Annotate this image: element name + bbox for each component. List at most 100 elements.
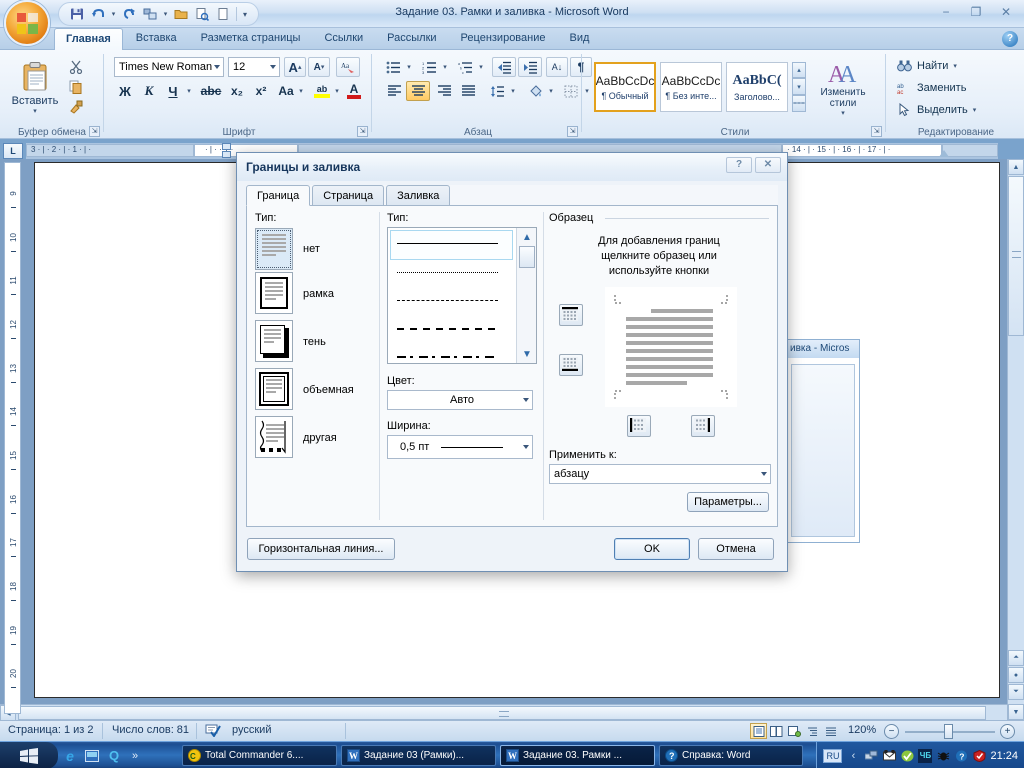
apply-to-combo[interactable]: абзацу [549,464,771,484]
top-border-button[interactable] [559,304,583,326]
change-case-button[interactable]: Aa [274,81,298,101]
highlight-dropdown-button[interactable]: ▾ [332,84,342,98]
dialog-window-controls[interactable]: ? ✕ [726,157,781,173]
outline-view-button[interactable] [804,723,821,739]
hanging-indent-marker[interactable] [222,151,231,158]
line-style-scrollbar[interactable]: ▲ ▼ [516,228,536,363]
restore-button[interactable]: ❐ [962,2,990,22]
more-icon[interactable]: » [128,748,142,764]
bullets-dropdown-button[interactable]: ▾ [404,60,414,74]
cut-button[interactable] [66,58,86,76]
quick-launch-bar[interactable]: e Q » [62,745,142,766]
font-color-button[interactable]: A [344,81,364,101]
status-page-number[interactable]: Страница: 1 из 2 [8,724,94,736]
show-hidden-icons-button[interactable]: ‹ [846,749,860,763]
dialog-tab-page[interactable]: Страница [312,185,385,206]
ribbon-help-button[interactable]: ? [1002,31,1018,47]
vertical-scrollbar[interactable]: ▲ ⏶ ● ⏷ ▼ [1007,159,1024,720]
numbering-dropdown-button[interactable]: ▾ [440,60,450,74]
taskbar-item-word-2-active[interactable]: W Задание 03. Рамки ... [500,745,655,766]
border-type-option-custom[interactable]: другая [255,416,377,464]
bug-icon[interactable] [936,749,950,763]
dialog-help-button[interactable]: ? [726,157,752,173]
align-right-button[interactable] [432,81,456,101]
styles-dialog-launcher[interactable]: ⇲ [871,126,882,137]
select-button[interactable]: Выделить ▾ [894,100,1014,120]
taskbar-item-total-commander[interactable]: C Total Commander 6.... [182,745,337,766]
line-style-items[interactable] [388,228,515,363]
zoom-in-button[interactable]: + [1000,724,1015,739]
multilevel-list-button[interactable]: a b c [454,57,476,77]
office-button[interactable] [4,0,50,46]
options-button[interactable]: Параметры... [687,492,769,512]
right-indent-marker[interactable] [939,150,949,157]
change-case-dropdown-button[interactable]: ▾ [296,84,306,98]
format-painter-button[interactable] [66,98,86,116]
border-type-option-box[interactable]: рамка [255,272,377,320]
language-indicator[interactable]: RU [823,748,843,763]
line-style-dotted[interactable] [391,259,512,287]
zoom-out-button[interactable]: − [884,724,899,739]
print-layout-view-button[interactable] [750,723,767,739]
border-color-combo[interactable]: Авто [387,390,533,410]
antivirus-icon[interactable] [900,749,914,763]
window-controls[interactable]: − ❐ ✕ [932,2,1020,22]
taskbar-item-word-1[interactable]: W Задание 03 (Рамки)... [341,745,496,766]
status-language[interactable]: русский [232,724,271,736]
tab-review[interactable]: Рецензирование [450,28,557,50]
taskbar[interactable]: e Q » C Total Commander 6.... W Задание … [0,741,1024,768]
horizontal-scroll-thumb[interactable] [18,706,986,720]
cancel-button[interactable]: Отмена [698,538,774,560]
select-browse-object-button[interactable]: ● [1008,667,1024,683]
numbering-button[interactable]: 1 2 3 [418,57,440,77]
italic-button[interactable]: К [138,81,160,101]
bottom-border-button[interactable] [559,354,583,376]
styles-scroll-up-button[interactable]: ▴ [792,62,806,78]
view-buttons[interactable] [750,723,839,739]
styles-more-button[interactable]: ⩶ [792,95,806,112]
status-word-count[interactable]: Число слов: 81 [112,724,189,736]
shading-dropdown-button[interactable]: ▾ [546,84,556,98]
increase-indent-button[interactable] [518,57,542,77]
horizontal-scrollbar[interactable]: ◀ [0,704,1007,721]
shrink-font-button[interactable]: A ▾ [308,57,330,77]
ribbon-tab-bar[interactable]: Главная Вставка Разметка страницы Ссылки… [0,28,1024,51]
styles-scroll-down-button[interactable]: ▾ [792,78,806,95]
show-desktop-icon[interactable] [84,748,100,764]
tab-insert[interactable]: Вставка [125,28,188,50]
multilevel-dropdown-button[interactable]: ▾ [476,60,486,74]
ok-button[interactable]: OK [614,538,690,560]
zoom-slider-thumb[interactable] [944,724,953,739]
underline-dropdown-button[interactable]: ▾ [184,84,194,98]
sort-button[interactable]: A↓ [546,57,568,77]
first-line-indent-marker[interactable] [222,143,231,150]
borders-button[interactable] [560,81,582,101]
taskbar-clock[interactable]: 21:24 [990,750,1018,762]
justify-button[interactable] [456,81,480,101]
listbox-scroll-thumb[interactable] [519,246,535,268]
clear-formatting-button[interactable]: Aa [336,57,360,77]
font-dialog-launcher[interactable]: ⇲ [357,126,368,137]
bold-button[interactable]: Ж [114,81,136,101]
vertical-scroll-thumb[interactable] [1008,176,1024,336]
style-item-no-spacing[interactable]: AaBbCcDc ¶ Без инте... [660,62,722,112]
bullets-button[interactable] [382,57,404,77]
start-button[interactable] [0,742,58,768]
search-icon[interactable]: Q [106,748,122,764]
proofing-status-icon[interactable] [205,723,221,740]
find-button[interactable]: Найти ▾ [894,56,1014,76]
border-type-option-shadow[interactable]: тень [255,320,377,368]
mail-icon[interactable] [882,749,896,763]
dialog-tab-row[interactable]: Граница Страница Заливка [246,185,452,206]
scroll-up-button[interactable]: ▲ [1008,159,1024,175]
replace-button[interactable]: ab ac Заменить [894,78,1014,98]
change-styles-button[interactable]: A A Изменить стили ▾ [812,58,874,120]
zoom-level[interactable]: 120% [848,724,876,736]
scroll-down-button[interactable]: ▼ [1008,704,1024,720]
decrease-indent-button[interactable] [492,57,516,77]
strikethrough-button[interactable]: abc [198,81,224,101]
align-center-button[interactable] [406,81,430,101]
tab-home[interactable]: Главная [54,28,123,51]
background-document-window[interactable]: ивка - Micros [787,339,860,543]
tab-references[interactable]: Ссылки [313,28,374,50]
